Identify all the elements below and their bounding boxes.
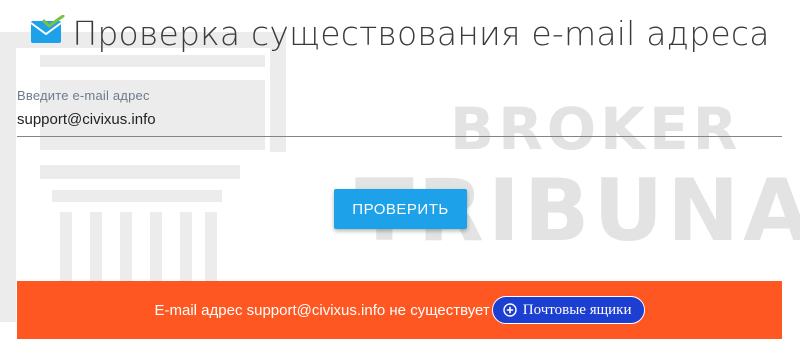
page: BROKER TRIBUNAL Проверка существования e… bbox=[0, 0, 800, 354]
mailboxes-button-label: Почтовые ящики bbox=[522, 301, 632, 318]
page-title: Проверка существования e-mail адреса bbox=[72, 13, 770, 53]
page-header: Проверка существования e-mail адреса bbox=[0, 8, 800, 58]
result-message: E-mail адрес support@civixus.info не сущ… bbox=[154, 301, 490, 319]
plus-circle-icon bbox=[503, 303, 517, 317]
email-field[interactable] bbox=[17, 109, 782, 137]
email-field-group: Введите e-mail адрес bbox=[17, 88, 782, 137]
result-banner: E-mail адрес support@civixus.info не сущ… bbox=[17, 281, 782, 339]
mailboxes-button[interactable]: Почтовые ящики bbox=[491, 296, 645, 324]
email-field-label: Введите e-mail адрес bbox=[17, 88, 150, 103]
envelope-check-icon bbox=[30, 14, 66, 45]
check-button[interactable]: ПРОВЕРИТЬ bbox=[334, 189, 467, 229]
